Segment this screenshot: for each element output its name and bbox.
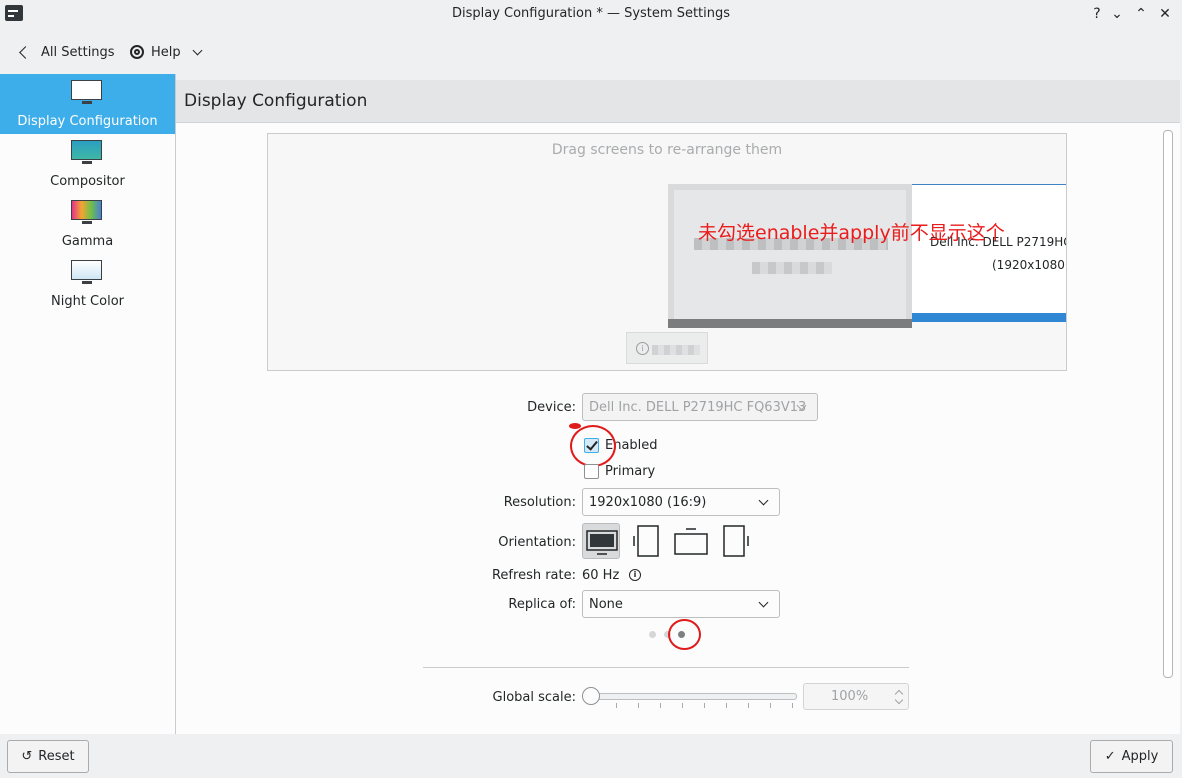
slider-handle[interactable] — [582, 687, 600, 705]
help-label: Help — [151, 44, 181, 60]
orientation-portrait-right-button[interactable] — [716, 523, 754, 559]
vertical-scrollbar[interactable] — [1160, 124, 1174, 724]
sidebar: Display Configuration Compositor Gamma N… — [0, 74, 176, 734]
orientation-inverted-icon — [674, 528, 708, 555]
compositor-icon — [71, 140, 102, 164]
sidebar-item-label: Compositor — [50, 174, 125, 189]
maximize-icon[interactable]: ⌃ — [1131, 4, 1151, 24]
resolution-label: Resolution: — [503, 495, 576, 510]
global-scale-spinbox[interactable]: 100% — [803, 683, 909, 710]
info-icon[interactable]: i — [629, 569, 641, 581]
chevron-down-icon — [192, 45, 203, 56]
redacted-text — [752, 262, 832, 274]
device-label: Device: — [527, 400, 576, 415]
primary-checkbox[interactable] — [584, 464, 599, 479]
section-divider — [423, 667, 909, 668]
apply-label: Apply — [1121, 749, 1159, 764]
sidebar-item-label: Display Configuration — [17, 114, 158, 129]
orientation-landscape-button[interactable] — [582, 523, 620, 559]
global-scale-label: Global scale: — [492, 690, 576, 705]
sidebar-item-compositor[interactable]: Compositor — [0, 134, 175, 194]
checkmark-icon: ✓ — [1104, 749, 1116, 764]
chevron-down-icon — [758, 597, 769, 608]
resolution-value: 1920x1080 (16:9) — [589, 495, 707, 510]
redacted-text — [652, 345, 700, 355]
minimize-icon[interactable]: ⌄ — [1107, 4, 1127, 24]
help-menu-button[interactable]: Help — [130, 42, 203, 62]
sidebar-item-label: Night Color — [51, 294, 124, 309]
sidebar-item-night-color[interactable]: Night Color — [0, 254, 175, 314]
orientation-label: Orientation: — [498, 535, 576, 550]
page-header: Display Configuration — [176, 80, 1180, 123]
replica-value: None — [589, 597, 623, 612]
apply-button[interactable]: ✓ Apply — [1090, 740, 1173, 773]
undo-icon: ↺ — [21, 749, 33, 764]
sidebar-item-gamma[interactable]: Gamma — [0, 194, 175, 254]
monitor-icon — [71, 80, 102, 104]
close-icon[interactable]: ✕ — [1155, 4, 1175, 24]
arrangement-hint: Drag screens to re-arrange them — [551, 142, 783, 158]
page-indicator-dot[interactable] — [649, 631, 656, 638]
chevron-down-icon — [758, 495, 769, 506]
orientation-inverted-button[interactable] — [672, 523, 710, 559]
screen-bar — [912, 313, 1066, 322]
global-scale-slider[interactable] — [591, 693, 797, 700]
unified-outputs-chip[interactable]: i — [626, 332, 708, 364]
info-icon: i — [636, 342, 649, 355]
night-color-icon — [71, 260, 102, 284]
scrollbar-handle[interactable] — [1163, 130, 1173, 678]
orientation-portrait-left-button[interactable] — [628, 523, 666, 559]
gamma-icon — [71, 200, 102, 224]
refresh-rate-value: 60 Hz — [582, 568, 620, 583]
orientation-portrait-left-icon — [633, 525, 659, 557]
scale-value: 100% — [831, 689, 869, 704]
annotation-text: 未勾选enable并apply前不显示这个 — [698, 222, 1005, 244]
all-settings-button[interactable]: All Settings — [19, 42, 115, 62]
spin-down-icon[interactable] — [894, 695, 904, 705]
screen-bar — [668, 319, 912, 328]
lifebuoy-icon — [130, 45, 144, 59]
resolution-combobox[interactable]: 1920x1080 (16:9) — [582, 488, 780, 516]
refresh-rate-label: Refresh rate: — [491, 568, 576, 583]
title-bar: Display Configuration * — System Setting… — [0, 0, 1182, 28]
content-panel: Display Configuration Drag screens to re… — [176, 80, 1180, 734]
orientation-portrait-right-icon — [723, 525, 749, 557]
page-title: Display Configuration — [184, 91, 368, 111]
replica-combobox[interactable]: None — [582, 590, 780, 618]
screen-output-a[interactable] — [668, 184, 912, 328]
screen-output-dell[interactable]: Dell Inc. DELL P2719HC (1920x1080) — [912, 184, 1067, 322]
reset-button[interactable]: ↺ Reset — [7, 740, 89, 773]
reset-label: Reset — [38, 749, 75, 764]
all-settings-label: All Settings — [41, 44, 115, 60]
back-chevron-icon — [19, 45, 32, 59]
sidebar-item-label: Gamma — [61, 234, 114, 249]
help-question-icon[interactable]: ? — [1087, 4, 1107, 24]
orientation-landscape-icon — [586, 530, 618, 555]
annotation-circle — [668, 619, 701, 650]
replica-label: Replica of: — [508, 597, 576, 612]
device-value: Dell Inc. DELL P2719HC FQ63V13 — [589, 400, 807, 415]
annotation-circle — [570, 425, 616, 467]
screen-arrangement-area[interactable]: Drag screens to re-arrange them Dell Inc… — [267, 133, 1067, 371]
sidebar-item-display-configuration[interactable]: Display Configuration — [0, 74, 175, 134]
window-title: Display Configuration * — System Setting… — [451, 6, 731, 21]
primary-label: Primary — [605, 464, 656, 479]
toolbar: All Settings Help — [0, 30, 1182, 74]
screen-resolution: (1920x1080) — [992, 258, 1067, 272]
device-combobox[interactable]: Dell Inc. DELL P2719HC FQ63V13 — [582, 393, 818, 421]
